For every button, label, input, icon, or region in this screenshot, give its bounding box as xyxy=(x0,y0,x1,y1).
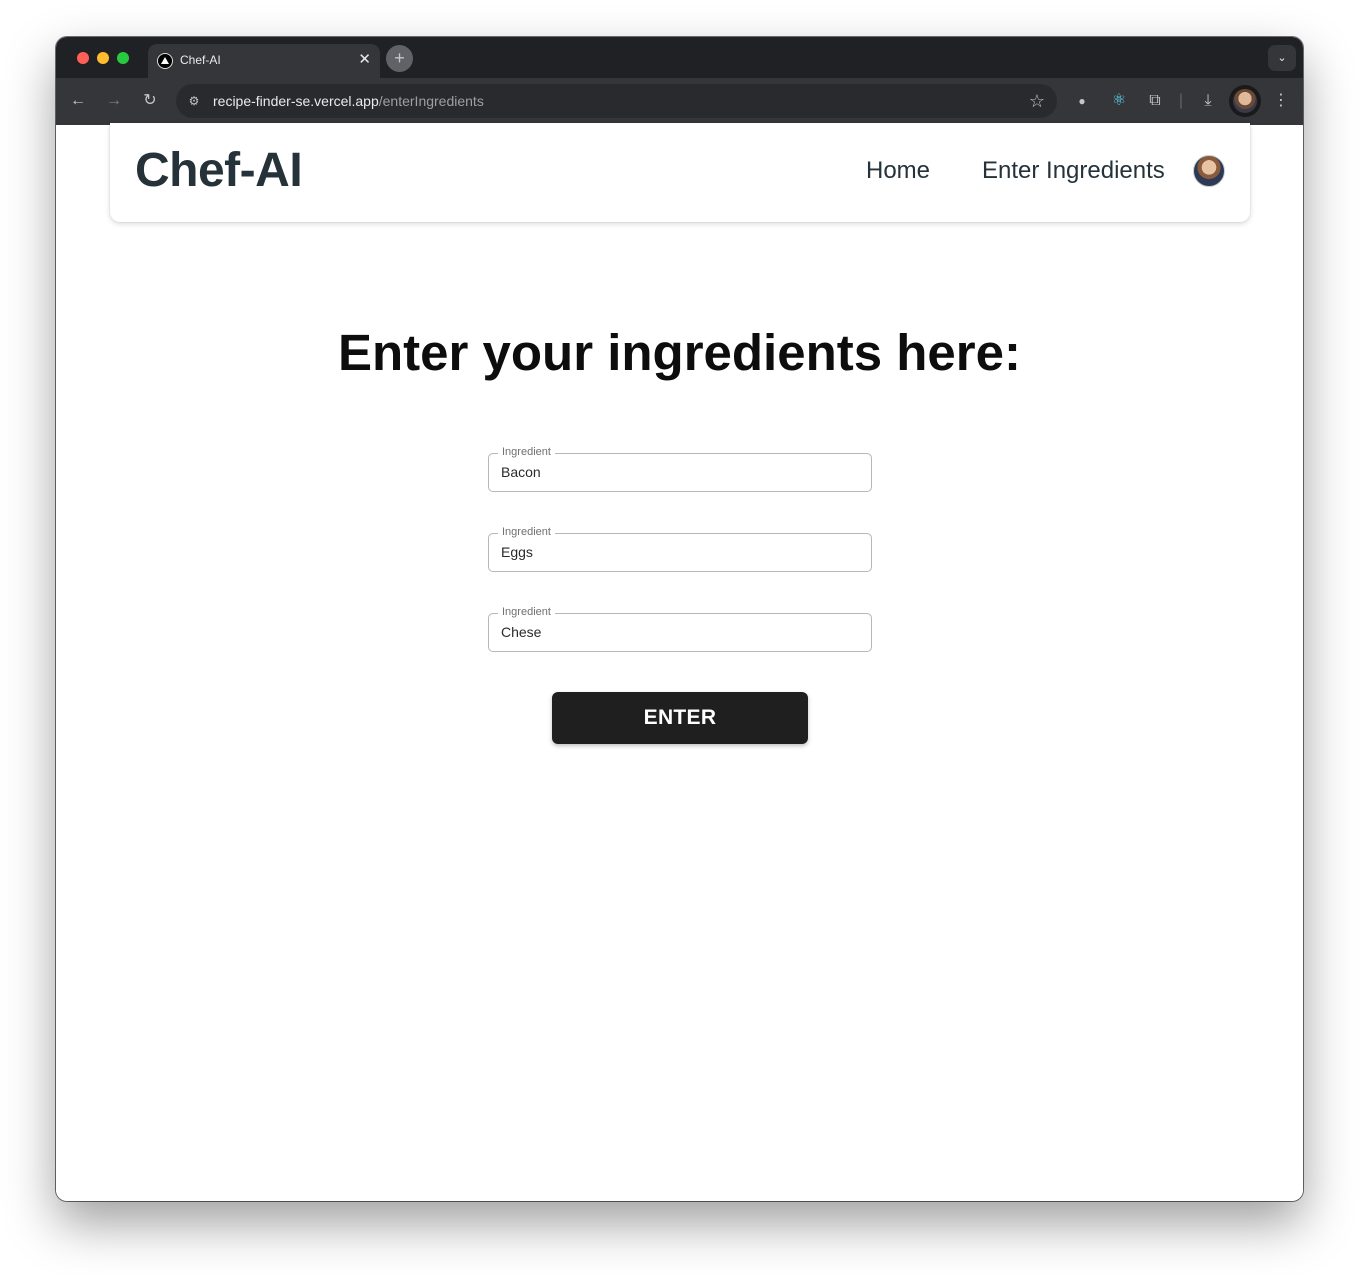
minimize-window-button[interactable] xyxy=(97,52,109,64)
reload-icon[interactable]: ↻ xyxy=(139,90,161,112)
enter-button[interactable]: ENTER xyxy=(552,692,808,744)
page-heading: Enter your ingredients here: xyxy=(338,324,1021,381)
brand-logo-text[interactable]: Chef-AI xyxy=(135,143,303,198)
page-content: Chef-AI Home Enter Ingredients Enter you… xyxy=(56,123,1303,1201)
tab-chef-ai[interactable]: Chef-AI ✕ xyxy=(148,44,380,78)
extensions-puzzle-icon[interactable]: ⧉ xyxy=(1144,90,1166,112)
extension-icon[interactable]: ● xyxy=(1071,90,1093,112)
ingredient-field-1[interactable]: Ingredient Bacon xyxy=(488,446,872,492)
close-window-button[interactable] xyxy=(77,52,89,64)
menu-kebab-icon[interactable]: ⋮ xyxy=(1270,90,1292,112)
nav-link-home[interactable]: Home xyxy=(866,157,930,185)
ingredient-field-3[interactable]: Ingredient Chese xyxy=(488,606,872,652)
forward-arrow-icon[interactable]: → xyxy=(103,90,125,112)
ingredient-field-value[interactable]: Chese xyxy=(501,624,541,640)
browser-profile-avatar[interactable] xyxy=(1229,85,1261,117)
bookmark-star-icon[interactable]: ☆ xyxy=(1029,90,1045,112)
user-avatar[interactable] xyxy=(1193,155,1225,187)
browser-window: Chef-AI ✕ + ⌄ ← → ↻ ⚙ recipe-finder-se.v… xyxy=(56,37,1303,1201)
nav-link-enter-ingredients[interactable]: Enter Ingredients xyxy=(982,157,1165,185)
profile-photo xyxy=(1233,89,1257,113)
ingredient-field-label: Ingredient xyxy=(498,526,555,538)
ingredient-field-value[interactable]: Eggs xyxy=(501,544,533,560)
ingredient-field-label: Ingredient xyxy=(498,606,555,618)
url-path: /enterIngredients xyxy=(378,93,484,109)
tab-search-chevron-icon[interactable]: ⌄ xyxy=(1268,45,1296,71)
ingredient-field-value[interactable]: Bacon xyxy=(501,464,541,480)
toolbar-divider: | xyxy=(1178,92,1184,109)
ingredient-field-2[interactable]: Ingredient Eggs xyxy=(488,526,872,572)
back-arrow-icon[interactable]: ← xyxy=(67,90,89,112)
close-icon[interactable]: ✕ xyxy=(358,52,371,68)
tab-title: Chef-AI xyxy=(180,53,221,67)
maximize-window-button[interactable] xyxy=(117,52,129,64)
new-tab-button[interactable]: + xyxy=(386,45,413,72)
tab-strip: Chef-AI ✕ + ⌄ xyxy=(56,37,1303,78)
vercel-favicon-icon xyxy=(157,53,173,69)
site-settings-icon[interactable]: ⚙ xyxy=(184,91,204,111)
address-bar[interactable]: ⚙ recipe-finder-se.vercel.app/enterIngre… xyxy=(176,84,1057,118)
url-host: recipe-finder-se.vercel.app xyxy=(213,93,379,109)
ingredient-field-label: Ingredient xyxy=(498,446,555,458)
url-text[interactable]: recipe-finder-se.vercel.app/enterIngredi… xyxy=(213,93,484,109)
browser-toolbar: ← → ↻ ⚙ recipe-finder-se.vercel.app/ente… xyxy=(56,78,1303,125)
app-navbar: Chef-AI Home Enter Ingredients xyxy=(110,123,1250,222)
react-devtools-icon[interactable]: ⚛ xyxy=(1108,90,1130,112)
download-icon[interactable]: ⤓ xyxy=(1197,90,1219,112)
